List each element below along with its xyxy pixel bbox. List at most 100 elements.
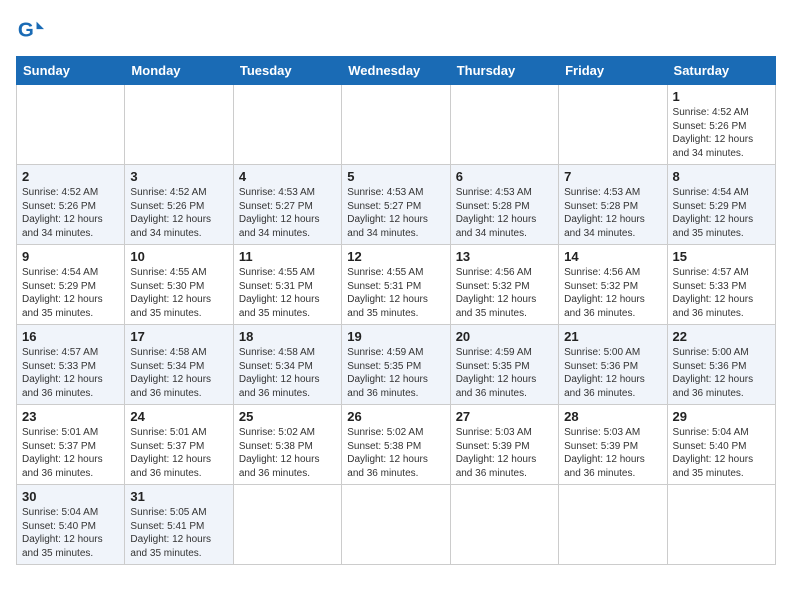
page-header: G — [16, 16, 776, 44]
calendar-cell: 8Sunrise: 4:54 AMSunset: 5:29 PMDaylight… — [667, 165, 775, 245]
header-sunday: Sunday — [17, 57, 125, 85]
day-number: 6 — [456, 169, 553, 184]
day-number: 1 — [673, 89, 770, 104]
day-number: 10 — [130, 249, 227, 264]
calendar-cell: 15Sunrise: 4:57 AMSunset: 5:33 PMDayligh… — [667, 245, 775, 325]
calendar-cell — [233, 85, 341, 165]
calendar-cell: 5Sunrise: 4:53 AMSunset: 5:27 PMDaylight… — [342, 165, 450, 245]
calendar-cell: 7 Sunrise: 4:53 AMSunset: 5:28 PMDaylight… — [559, 165, 667, 245]
day-info: Sunrise: 4:55 AMSunset: 5:31 PMDaylight:… — [239, 267, 320, 319]
day-number: 5 — [347, 169, 444, 184]
calendar-cell: 2 Sunrise: 4:52 AMSunset: 5:26 PMDaylight… — [17, 165, 125, 245]
day-number: 23 — [22, 409, 119, 424]
day-number: 19 — [347, 329, 444, 344]
calendar-cell: 16 Sunrise: 4:57 AMSunset: 5:33 PMDayligh… — [17, 325, 125, 405]
calendar-cell — [559, 485, 667, 565]
calendar-cell — [450, 85, 558, 165]
header-wednesday: Wednesday — [342, 57, 450, 85]
day-info: Sunrise: 5:04 AMSunset: 5:40 PMDaylight:… — [22, 507, 103, 559]
day-number: 11 — [239, 249, 336, 264]
day-info: Sunrise: 5:00 AMSunset: 5:36 PMDaylight:… — [673, 347, 754, 399]
calendar-week-5: 23 Sunrise: 5:01 AMSunset: 5:37 PMDayligh… — [17, 405, 776, 485]
header-tuesday: Tuesday — [233, 57, 341, 85]
calendar-cell: 6 Sunrise: 4:53 AMSunset: 5:28 PMDaylight… — [450, 165, 558, 245]
day-info: Sunrise: 4:53 AMSunset: 5:28 PMDaylight:… — [564, 187, 645, 239]
day-number: 27 — [456, 409, 553, 424]
day-info: Sunrise: 5:00 AMSunset: 5:36 PMDaylight:… — [564, 347, 645, 399]
day-info: Sunrise: 5:01 AMSunset: 5:37 PMDaylight:… — [130, 427, 211, 479]
calendar-cell — [559, 85, 667, 165]
calendar-cell: 17 Sunrise: 4:58 AMSunset: 5:34 PMDayligh… — [125, 325, 233, 405]
calendar-cell: 28Sunrise: 5:03 AMSunset: 5:39 PMDayligh… — [559, 405, 667, 485]
calendar-cell: 4 Sunrise: 4:53 AMSunset: 5:27 PMDaylight… — [233, 165, 341, 245]
svg-text:G: G — [18, 19, 34, 42]
day-number: 24 — [130, 409, 227, 424]
day-number: 29 — [673, 409, 770, 424]
day-info: Sunrise: 4:52 AMSunset: 5:26 PMDaylight:… — [22, 187, 103, 239]
day-number: 16 — [22, 329, 119, 344]
day-info: Sunrise: 4:58 AMSunset: 5:34 PMDaylight:… — [130, 347, 211, 399]
day-info: Sunrise: 4:59 AMSunset: 5:35 PMDaylight:… — [456, 347, 537, 399]
day-info: Sunrise: 4:52 AMSunset: 5:26 PMDaylight:… — [130, 187, 211, 239]
day-info: Sunrise: 5:03 AMSunset: 5:39 PMDaylight:… — [456, 427, 537, 479]
calendar-cell: 11 Sunrise: 4:55 AMSunset: 5:31 PMDayligh… — [233, 245, 341, 325]
calendar-week-6: 30Sunrise: 5:04 AMSunset: 5:40 PMDayligh… — [17, 485, 776, 565]
day-number: 22 — [673, 329, 770, 344]
calendar-cell: 27 Sunrise: 5:03 AMSunset: 5:39 PMDayligh… — [450, 405, 558, 485]
calendar-cell: 19 Sunrise: 4:59 AMSunset: 5:35 PMDayligh… — [342, 325, 450, 405]
day-info: Sunrise: 5:02 AMSunset: 5:38 PMDaylight:… — [347, 427, 428, 479]
calendar-header-row: SundayMondayTuesdayWednesdayThursdayFrid… — [17, 57, 776, 85]
day-number: 4 — [239, 169, 336, 184]
calendar-cell: 29 Sunrise: 5:04 AMSunset: 5:40 PMDayligh… — [667, 405, 775, 485]
calendar-cell: 26 Sunrise: 5:02 AMSunset: 5:38 PMDayligh… — [342, 405, 450, 485]
calendar-cell: 9 Sunrise: 4:54 AMSunset: 5:29 PMDaylight… — [17, 245, 125, 325]
calendar-cell — [342, 85, 450, 165]
calendar-cell — [125, 85, 233, 165]
day-number: 9 — [22, 249, 119, 264]
day-info: Sunrise: 4:53 AMSunset: 5:27 PMDaylight:… — [239, 187, 320, 239]
calendar-cell: 23 Sunrise: 5:01 AMSunset: 5:37 PMDayligh… — [17, 405, 125, 485]
day-number: 2 — [22, 169, 119, 184]
calendar-cell: 18 Sunrise: 4:58 AMSunset: 5:34 PMDayligh… — [233, 325, 341, 405]
calendar-cell — [450, 485, 558, 565]
day-number: 7 — [564, 169, 661, 184]
day-number: 18 — [239, 329, 336, 344]
day-number: 26 — [347, 409, 444, 424]
day-info: Sunrise: 5:04 AMSunset: 5:40 PMDaylight:… — [673, 427, 754, 479]
header-friday: Friday — [559, 57, 667, 85]
day-info: Sunrise: 4:59 AMSunset: 5:35 PMDaylight:… — [347, 347, 428, 399]
day-number: 3 — [130, 169, 227, 184]
day-info: Sunrise: 5:03 AMSunset: 5:39 PMDaylight:… — [564, 427, 645, 479]
calendar-cell — [17, 85, 125, 165]
calendar-cell — [342, 485, 450, 565]
calendar-cell: 12Sunrise: 4:55 AMSunset: 5:31 PMDayligh… — [342, 245, 450, 325]
day-number: 31 — [130, 489, 227, 504]
day-info: Sunrise: 4:53 AMSunset: 5:28 PMDaylight:… — [456, 187, 537, 239]
day-number: 14 — [564, 249, 661, 264]
day-info: Sunrise: 4:52 AMSunset: 5:26 PMDaylight:… — [673, 107, 754, 159]
day-number: 25 — [239, 409, 336, 424]
day-info: Sunrise: 5:05 AMSunset: 5:41 PMDaylight:… — [130, 507, 211, 559]
day-number: 20 — [456, 329, 553, 344]
calendar-cell: 3 Sunrise: 4:52 AMSunset: 5:26 PMDaylight… — [125, 165, 233, 245]
day-info: Sunrise: 4:57 AMSunset: 5:33 PMDaylight:… — [22, 347, 103, 399]
calendar-cell: 25Sunrise: 5:02 AMSunset: 5:38 PMDayligh… — [233, 405, 341, 485]
day-info: Sunrise: 4:57 AMSunset: 5:33 PMDaylight:… — [673, 267, 754, 319]
header-monday: Monday — [125, 57, 233, 85]
day-info: Sunrise: 5:01 AMSunset: 5:37 PMDaylight:… — [22, 427, 103, 479]
calendar-cell: 10 Sunrise: 4:55 AMSunset: 5:30 PMDayligh… — [125, 245, 233, 325]
day-number: 17 — [130, 329, 227, 344]
calendar-cell: 24 Sunrise: 5:01 AMSunset: 5:37 PMDayligh… — [125, 405, 233, 485]
day-number: 21 — [564, 329, 661, 344]
header-saturday: Saturday — [667, 57, 775, 85]
calendar-cell: 31 Sunrise: 5:05 AMSunset: 5:41 PMDayligh… — [125, 485, 233, 565]
day-info: Sunrise: 4:55 AMSunset: 5:30 PMDaylight:… — [130, 267, 211, 319]
day-number: 8 — [673, 169, 770, 184]
day-info: Sunrise: 4:56 AMSunset: 5:32 PMDaylight:… — [564, 267, 645, 319]
logo-icon: G — [16, 16, 44, 44]
day-number: 13 — [456, 249, 553, 264]
calendar-cell: 13Sunrise: 4:56 AMSunset: 5:32 PMDayligh… — [450, 245, 558, 325]
header-thursday: Thursday — [450, 57, 558, 85]
day-info: Sunrise: 4:58 AMSunset: 5:34 PMDaylight:… — [239, 347, 320, 399]
day-info: Sunrise: 4:54 AMSunset: 5:29 PMDaylight:… — [22, 267, 103, 319]
